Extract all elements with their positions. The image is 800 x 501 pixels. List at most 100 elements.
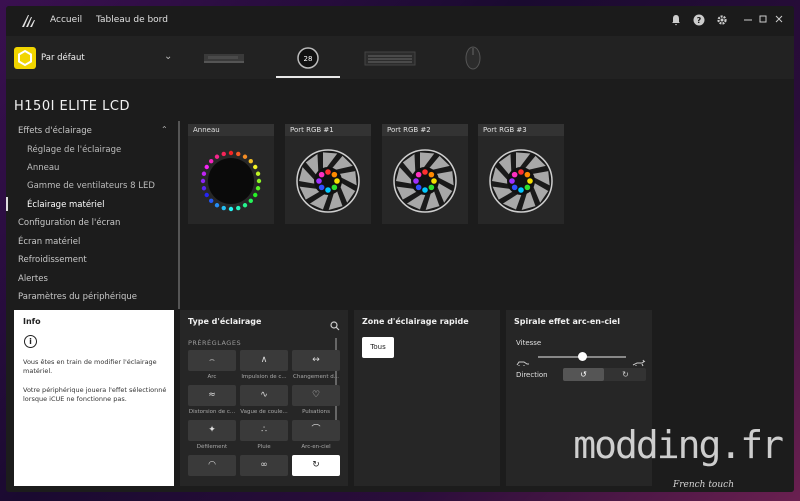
effect-label: Pulsations [302, 409, 330, 415]
fan-led [428, 171, 435, 178]
effect-button[interactable]: ◠ [188, 455, 236, 476]
mouse-device[interactable] [462, 44, 484, 72]
ring-led [204, 164, 209, 170]
effect-label: Changement d... [293, 374, 339, 380]
nav-dashboard-link[interactable]: Tableau de bord [96, 15, 168, 25]
ring-led [255, 171, 261, 176]
effect-button[interactable]: ∴ [240, 420, 288, 441]
quick-zone-title: Zone d'éclairage rapide [362, 317, 469, 326]
effect-button[interactable]: ↔ [292, 350, 340, 371]
effect-label: Arc [207, 374, 217, 380]
clockwise-icon[interactable]: ↻ [605, 368, 646, 381]
effect-button[interactable]: ♡ [292, 385, 340, 406]
ram-device[interactable] [202, 44, 246, 72]
scroll-icon: ✦ [208, 425, 216, 435]
arc-icon: ⌢ [209, 355, 215, 365]
fan-led [509, 178, 515, 184]
quick-zone-panel: Zone d'éclairage rapide Tous [354, 310, 500, 486]
effect-button[interactable]: ✦ [188, 420, 236, 441]
sidebar-item-ring[interactable]: Anneau [27, 163, 59, 173]
info-icon: i [24, 335, 37, 348]
counterclockwise-icon[interactable]: ↺ [563, 368, 604, 381]
sidebar-item-hardware-screen[interactable]: Écran matériel [18, 237, 80, 247]
presets-label: PRÉRÉGLAGES [188, 339, 242, 347]
sidebar-item-hardware-lighting[interactable]: Éclairage matériel [27, 200, 105, 210]
sidebar-item-lighting-setup[interactable]: Réglage de l'éclairage [27, 145, 121, 155]
cooler-device[interactable]: 28 [294, 44, 322, 72]
effect-label: Arc-en-ciel [301, 444, 331, 450]
ring-led [204, 192, 209, 198]
ring-led-icon [200, 150, 262, 212]
wave-icon: ∿ [260, 390, 268, 400]
sidebar-item-lighting-effects[interactable]: Effets d'éclairage [18, 126, 92, 136]
lighting-type-panel: Type d'éclairage PRÉRÉGLAGES ⌢ Arc ∧ Impuls… [180, 310, 348, 486]
effect-button[interactable]: ∿ [240, 385, 288, 406]
ring-led [214, 203, 220, 208]
port-card-rgb1[interactable]: Port RGB #1 [285, 124, 371, 224]
watermark-sub: French touch [672, 480, 734, 490]
rainbow-icon: ⌒ [311, 425, 321, 435]
info-title: Info [23, 317, 41, 326]
fan-led [511, 184, 518, 191]
fan-led-icon [393, 149, 457, 213]
ring-led [201, 171, 207, 176]
ring-led [255, 186, 261, 191]
effect-label: Vague de coule... [240, 409, 288, 415]
ring-led [214, 154, 220, 159]
fan-led [413, 178, 419, 184]
sidebar-item-fan-range[interactable]: Gamme de ventilateurs 8 LED [27, 181, 155, 191]
effect-button[interactable]: ⌒ [292, 420, 340, 441]
port-card-ring[interactable]: Anneau [188, 124, 274, 224]
effect-label: Distorsion de c... [188, 409, 236, 415]
distortion-icon: ≈ [208, 390, 216, 400]
fan-led [415, 171, 422, 178]
ring-led [256, 178, 262, 184]
gear-icon[interactable] [715, 14, 729, 28]
effect-button[interactable]: ⌢ [188, 350, 236, 371]
port-card-rgb2[interactable]: Port RGB #2 [382, 124, 468, 224]
direction-toggle: ↺ ↻ [563, 368, 646, 381]
fan-led [325, 169, 331, 175]
effect-button[interactable]: ∞ [240, 455, 288, 476]
info-panel: Info i Vous êtes en train de modifier l'… [14, 310, 174, 486]
sidebar-scrollbar[interactable] [178, 121, 180, 309]
minimize-icon[interactable] [741, 14, 755, 28]
close-icon[interactable] [772, 14, 786, 28]
search-icon[interactable] [330, 316, 340, 331]
bell-icon[interactable] [669, 14, 683, 28]
ring-led [200, 178, 206, 184]
maximize-icon[interactable] [756, 14, 770, 28]
port-card-rgb3[interactable]: Port RGB #3 [478, 124, 564, 224]
effect-label: Défilement [196, 444, 228, 450]
speed-slider-thumb[interactable] [577, 352, 587, 361]
effect-label: Pluie [257, 444, 271, 450]
chevron-down-icon[interactable]: ⌄ [164, 51, 172, 62]
sidebar-item-cooling[interactable]: Refroidissement [18, 255, 87, 265]
fan-led [331, 171, 338, 178]
fan-led [518, 187, 524, 193]
ring-led [236, 205, 241, 211]
nav-home-link[interactable]: Accueil [50, 15, 82, 25]
effect-button[interactable]: ↻ [292, 455, 340, 476]
ring-led [242, 203, 248, 208]
effect-button[interactable]: ≈ [188, 385, 236, 406]
sidebar-item-screen-config[interactable]: Configuration de l'écran [18, 218, 120, 228]
info-text-behavior: Votre périphérique jouera l'effet sélect… [23, 386, 167, 403]
sidebar-item-device-settings[interactable]: Paramètres du périphérique [18, 292, 137, 302]
fan-led-icon [489, 149, 553, 213]
spiral-effect-title: Spirale effet arc-en-ciel [514, 317, 620, 326]
sidebar-item-alerts[interactable]: Alertes [18, 274, 48, 284]
chevron-up-icon[interactable]: ⌃ [161, 125, 168, 134]
profile-name[interactable]: Par défaut [41, 53, 85, 63]
shift-icon: ↔ [312, 355, 320, 365]
ring-led [253, 192, 258, 198]
keyboard-device[interactable] [364, 44, 416, 72]
port-label: Port RGB #3 [478, 124, 564, 136]
effect-button[interactable]: ∧ [240, 350, 288, 371]
fan-led [318, 171, 325, 178]
help-icon[interactable]: ? [692, 14, 706, 28]
port-label: Port RGB #2 [382, 124, 468, 136]
fan-led [518, 169, 524, 175]
all-zones-button[interactable]: Tous [362, 337, 394, 358]
profile-badge-icon[interactable] [14, 47, 36, 69]
